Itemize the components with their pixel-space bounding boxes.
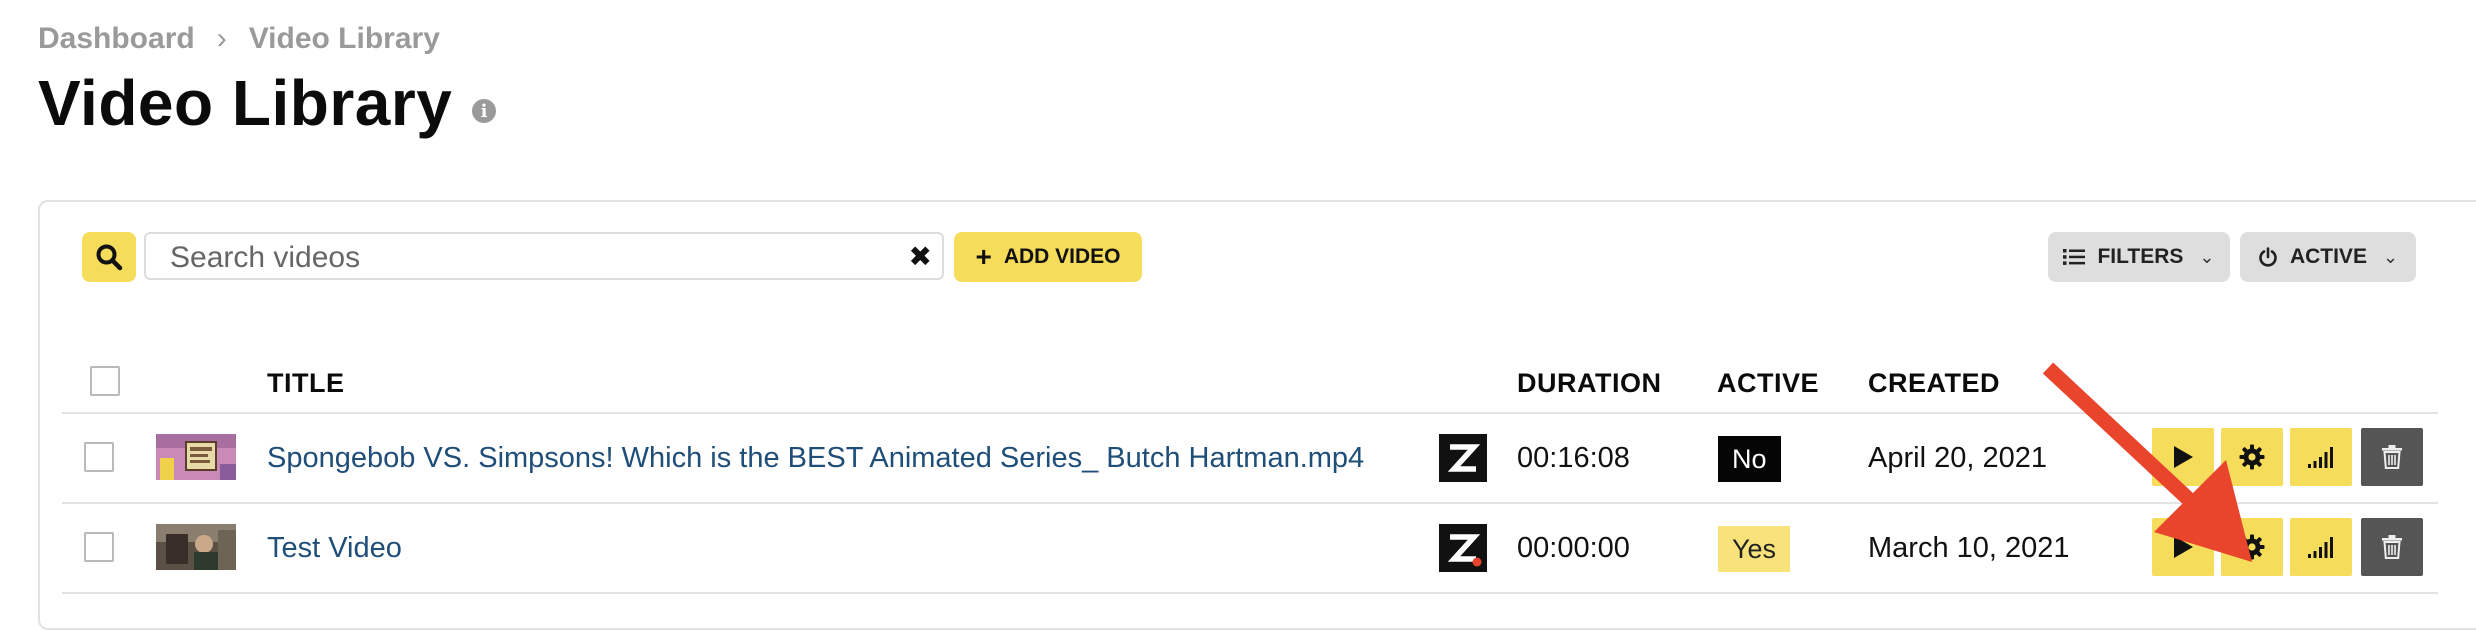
video-thumbnail[interactable] [156,434,236,480]
breadcrumb: Dashboard › Video Library [38,22,440,56]
search-field: ✖ [144,232,944,280]
video-duration: 00:00:00 [1517,532,1630,564]
trash-icon [2382,535,2402,559]
status-badge[interactable]: Yes [1718,526,1791,572]
row-checkbox[interactable] [84,532,114,562]
signal-icon [2308,447,2333,468]
search-button[interactable] [82,232,136,282]
video-title-link[interactable]: Spongebob VS. Simpsons! Which is the BES… [267,442,1364,475]
breadcrumb-dashboard[interactable]: Dashboard [38,22,195,56]
z-logo-icon [1439,434,1487,482]
delete-button[interactable] [2361,428,2423,486]
thumbnail-image [156,524,236,570]
analytics-button[interactable] [2290,428,2352,486]
chevron-down-icon: ⌄ [2199,246,2215,267]
active-filter-label: ACTIVE [2289,245,2367,268]
clear-icon[interactable]: ✖ [909,242,932,272]
thumbnail-image [156,434,236,480]
active-filter-button[interactable]: ACTIVE ⌄ [2240,232,2416,282]
video-duration: 00:16:08 [1517,442,1630,474]
red-arrow-annotation [2042,362,2252,562]
breadcrumb-current: Video Library [248,22,440,55]
chevron-down-icon: ⌄ [2382,246,2399,267]
trash-icon [2382,445,2402,469]
video-thumbnail[interactable] [156,524,236,570]
power-icon [2259,247,2277,267]
z-logo-icon [1439,524,1487,572]
add-video-label: ADD VIDEO [1003,245,1121,268]
list-icon [2063,249,2086,265]
info-icon[interactable]: i [472,99,497,123]
select-all-checkbox[interactable] [90,366,120,396]
analytics-button[interactable] [2290,518,2352,576]
signal-icon [2308,537,2333,558]
page-title-text: Video Library [38,67,453,139]
header-created[interactable]: CREATED [1868,368,2000,399]
search-icon [96,244,123,271]
add-video-button[interactable]: + ADD VIDEO [954,232,1142,282]
created-date: April 20, 2021 [1868,442,2047,474]
status-badge[interactable]: No [1718,436,1781,482]
row-checkbox[interactable] [84,442,114,472]
page-title: Video Library i [38,66,497,140]
video-title-link[interactable]: Test Video [267,532,402,565]
plus-icon: + [975,241,992,272]
header-title[interactable]: TITLE [267,368,345,399]
filters-label: FILTERS [2097,245,2184,268]
search-input[interactable] [168,240,872,276]
header-duration[interactable]: DURATION [1517,368,1661,399]
delete-button[interactable] [2361,518,2423,576]
filters-button[interactable]: FILTERS ⌄ [2048,232,2230,282]
header-active[interactable]: ACTIVE [1717,368,1819,399]
breadcrumb-separator: › [216,22,227,55]
